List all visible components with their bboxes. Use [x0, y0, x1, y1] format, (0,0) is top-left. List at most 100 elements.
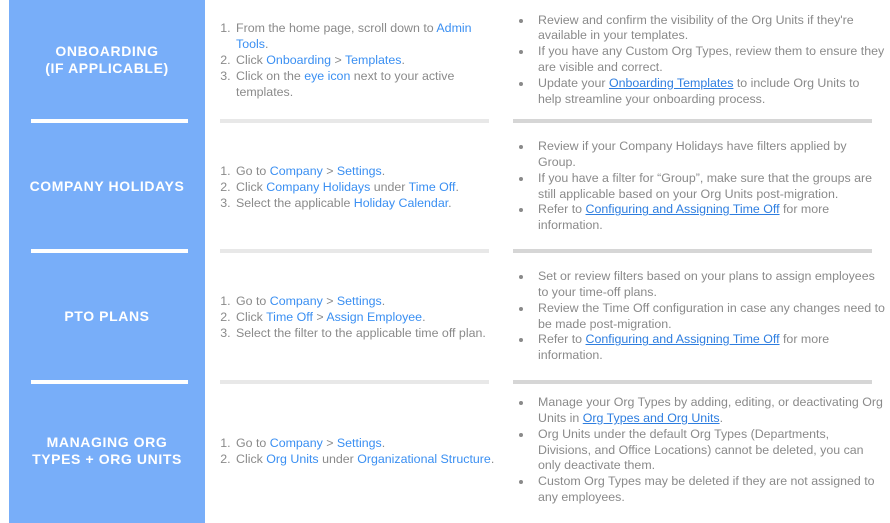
text-segment: Click [236, 53, 267, 67]
text-segment: . [264, 37, 269, 51]
help-article-link[interactable]: Onboarding Templates [609, 76, 733, 90]
text-segment: > [312, 309, 327, 324]
note-item: Manage your Org Types by adding, editing… [533, 395, 885, 427]
step-item: Go to Company > Settings. [234, 293, 486, 309]
text-segment: Click [236, 451, 267, 466]
notes-list: Manage your Org Types by adding, editing… [513, 395, 885, 506]
note-item: If you have a filter for “Group”, make s… [533, 171, 885, 203]
step-item: Click Company Holidays under Time Off. [234, 179, 459, 195]
text-segment: Review and confirm the visibility of the… [538, 12, 854, 43]
step-item: Select the filter to the applicable time… [234, 325, 486, 341]
ui-path-highlight: Org Units [266, 451, 319, 466]
ui-path-highlight: Company [269, 435, 323, 450]
steps-pto-plans: Go to Company > Settings.Click Time Off … [220, 253, 495, 380]
text-segment: > [322, 435, 337, 450]
note-item: If you have any Custom Org Types, review… [533, 44, 885, 76]
ui-path-highlight: eye icon [304, 69, 351, 83]
note-item: Set or review filters based on your plan… [533, 269, 885, 301]
text-segment: Click [236, 309, 267, 324]
text-segment: Select the filter to the applicable time… [236, 325, 486, 340]
text-segment: Custom Org Types may be deleted if they … [538, 474, 875, 504]
step-item: From the home page, scroll down to Admin… [234, 20, 495, 52]
category-line: ONBOARDING [55, 43, 159, 59]
ui-path-highlight: Company Holidays [266, 179, 371, 194]
text-segment: . [448, 195, 452, 210]
text-segment: . [381, 163, 386, 178]
category-line: PTO PLANS [64, 308, 150, 324]
text-segment: . [381, 293, 386, 308]
category-line: COMPANY HOLIDAYS [29, 178, 185, 194]
text-segment: > [322, 293, 337, 308]
category-line: MANAGING ORG [46, 433, 168, 450]
text-segment: Go to [236, 293, 270, 308]
text-segment: If you have any Custom Org Types, review… [538, 44, 885, 74]
text-segment: Click on the [236, 69, 305, 83]
text-segment: under [318, 451, 358, 466]
note-item: Review the Time Off configuration in cas… [533, 301, 885, 333]
step-item: Click on the eye icon next to your activ… [234, 68, 495, 100]
step-item: Click Time Off > Assign Employee. [234, 309, 486, 325]
notes-pto-plans: Set or review filters based on your plan… [513, 253, 885, 380]
text-segment: Refer to [538, 202, 586, 217]
steps-onboarding: From the home page, scroll down to Admin… [220, 0, 495, 120]
note-item: Refer to Configuring and Assigning Time … [533, 202, 885, 234]
ui-path-highlight: Company [269, 293, 323, 308]
text-segment: . [490, 451, 495, 466]
ui-path-highlight: Holiday Calendar [353, 195, 449, 210]
ui-path-highlight: Onboarding [266, 53, 332, 67]
notes-list: Review and confirm the visibility of the… [513, 13, 885, 108]
note-item: Refer to Configuring and Assigning Time … [533, 332, 885, 364]
step-item: Go to Company > Settings. [234, 435, 494, 451]
ui-path-highlight: Settings [336, 435, 382, 450]
category-company-holidays: COMPANY HOLIDAYS [9, 123, 205, 250]
text-segment: > [331, 53, 345, 67]
ui-path-highlight: Organizational Structure [357, 451, 491, 466]
help-article-link[interactable]: Org Types and Org Units [583, 411, 720, 425]
text-segment: . [381, 435, 386, 450]
ui-path-highlight: Company [269, 163, 323, 178]
notes-company-holidays: Review if your Company Holidays have fil… [513, 123, 885, 250]
text-segment: From the home page, scroll down to [236, 21, 437, 35]
step-item: Click Onboarding > Templates. [234, 52, 495, 68]
step-item: Click Org Units under Organizational Str… [234, 451, 494, 467]
steps-list: Go to Company > Settings.Click Time Off … [220, 293, 486, 341]
note-item: Review if your Company Holidays have fil… [533, 139, 885, 171]
text-segment: Review if your Company Holidays have fil… [538, 139, 847, 169]
text-segment: under [370, 179, 409, 194]
text-segment: . [422, 309, 426, 324]
step-item: Go to Company > Settings. [234, 163, 459, 179]
ui-path-highlight: Settings [336, 293, 382, 308]
text-segment: Org Units under the default Org Types (D… [538, 426, 864, 473]
notes-onboarding: Review and confirm the visibility of the… [513, 0, 885, 120]
text-segment: . [455, 179, 459, 194]
category-line: (IF APPLICABLE) [45, 60, 169, 76]
ui-path-highlight: Assign Employee [326, 309, 423, 324]
steps-managing-org-types: Go to Company > Settings.Click Org Units… [220, 384, 495, 517]
ui-path-highlight: Settings [336, 163, 382, 178]
steps-list: Go to Company > Settings.Click Company H… [220, 163, 459, 211]
text-segment: Click [236, 179, 267, 194]
note-item: Org Units under the default Org Types (D… [533, 427, 885, 474]
note-item: Custom Org Types may be deleted if they … [533, 474, 885, 506]
category-managing-org-types: MANAGING ORG TYPES + ORG UNITS [9, 384, 205, 517]
steps-list: From the home page, scroll down to Admin… [220, 20, 495, 100]
ui-path-highlight: Templates [344, 53, 402, 67]
text-segment: Refer to [538, 332, 586, 347]
ui-path-highlight: Time Off [266, 309, 313, 324]
note-item: Review and confirm the visibility of the… [533, 13, 885, 45]
notes-list: Review if your Company Holidays have fil… [513, 139, 885, 234]
steps-company-holidays: Go to Company > Settings.Click Company H… [220, 123, 495, 250]
step-item: Select the applicable Holiday Calendar. [234, 195, 459, 211]
category-onboarding: ONBOARDING (IF APPLICABLE) [9, 0, 205, 120]
help-article-link[interactable]: Configuring and Assigning Time Off [586, 202, 780, 216]
text-segment: . [401, 53, 405, 67]
category-pto-plans: PTO PLANS [9, 253, 205, 380]
text-segment: Update your [538, 75, 609, 90]
text-segment: Go to [236, 435, 270, 450]
text-segment: Set or review filters based on your plan… [538, 269, 875, 299]
text-segment: > [322, 163, 337, 178]
note-item: Update your Onboarding Templates to incl… [533, 76, 885, 108]
text-segment: Go to [236, 163, 270, 178]
help-article-link[interactable]: Configuring and Assigning Time Off [586, 332, 780, 346]
text-segment: If you have a filter for “Group”, make s… [538, 170, 873, 201]
